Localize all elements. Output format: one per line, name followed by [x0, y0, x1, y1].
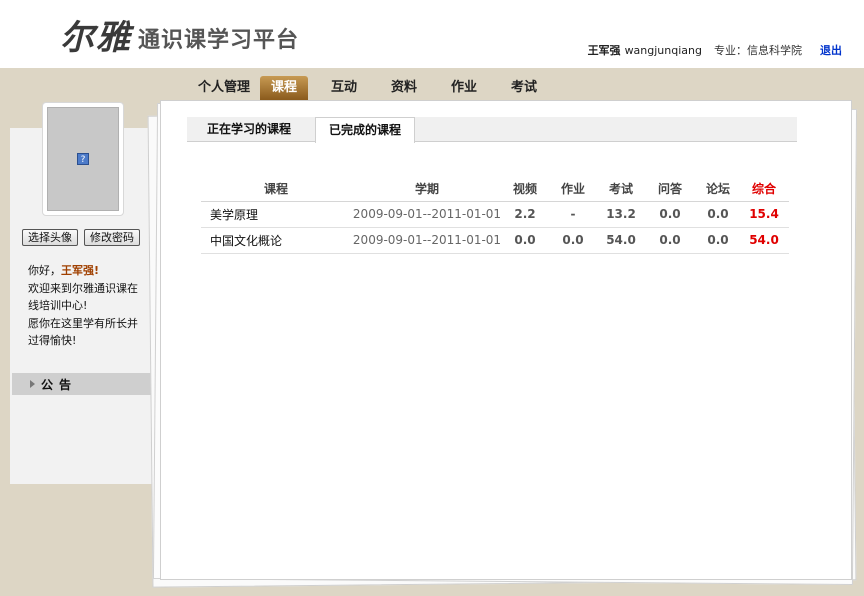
change-password-button[interactable]: 修改密码 — [84, 229, 140, 246]
score-qa: 0.0 — [643, 201, 697, 228]
main-panel: 正在学习的课程 已完成的课程 课程 学期 视频 作业 考试 问答 论坛 综合 美… — [160, 100, 852, 580]
greeting: 你好，王军强! — [28, 262, 144, 280]
notice-section[interactable]: 公告 — [12, 373, 160, 395]
course-name[interactable]: 美学原理 — [201, 201, 351, 228]
user-name: 王军强 — [587, 44, 621, 57]
user-login: wangjunqiang — [624, 43, 702, 57]
score-homework: 0.0 — [547, 227, 599, 254]
score-total: 54.0 — [739, 227, 789, 254]
greeting-name: 王军强! — [61, 264, 100, 277]
header: 尔雅 通识课学习平台 王军强 wangjunqiang 专业：信息科学院 退出 — [0, 0, 864, 68]
course-tabs: 正在学习的课程 已完成的课程 — [187, 117, 797, 143]
tab-current-courses[interactable]: 正在学习的课程 — [187, 117, 311, 142]
main-nav: 个人管理 课程 互动 资料 作业 考试 — [194, 76, 554, 100]
col-term: 学期 — [351, 177, 503, 202]
col-homework: 作业 — [547, 177, 599, 202]
table-header-row: 课程 学期 视频 作业 考试 问答 论坛 综合 — [201, 177, 789, 202]
nav-item-courses[interactable]: 课程 — [260, 76, 308, 100]
welcome-line: 过得愉快! — [28, 334, 77, 347]
score-video: 2.2 — [503, 201, 547, 228]
col-forum: 论坛 — [697, 177, 739, 202]
score-homework: - — [547, 201, 599, 228]
score-exam: 13.2 — [599, 201, 643, 228]
score-exam: 54.0 — [599, 227, 643, 254]
score-qa: 0.0 — [643, 227, 697, 254]
avatar: ? — [47, 107, 119, 211]
tab-completed-courses[interactable]: 已完成的课程 — [315, 117, 415, 143]
avatar-frame: ? — [42, 102, 124, 216]
nav-item-interaction[interactable]: 互动 — [314, 76, 374, 100]
greeting-prefix: 你好， — [28, 264, 61, 277]
user-major: 专业：信息科学院 — [714, 42, 802, 58]
logo-mark: 尔雅 — [60, 18, 132, 58]
nav-item-homework[interactable]: 作业 — [434, 76, 494, 100]
major-value: 信息科学院 — [747, 44, 802, 57]
courses-table: 课程 学期 视频 作业 考试 问答 论坛 综合 美学原理 2009-09-01-… — [201, 177, 789, 254]
col-qa: 问答 — [643, 177, 697, 202]
major-label: 专业： — [714, 44, 747, 57]
col-video: 视频 — [503, 177, 547, 202]
score-video: 0.0 — [503, 227, 547, 254]
table-row: 美学原理 2009-09-01--2011-01-01 2.2 - 13.2 0… — [201, 201, 789, 228]
triangle-right-icon — [30, 380, 35, 388]
choose-avatar-button[interactable]: 选择头像 — [22, 229, 78, 246]
nav-item-materials[interactable]: 资料 — [374, 76, 434, 100]
welcome-line: 愿你在这里学有所长并 — [28, 316, 138, 330]
score-forum: 0.0 — [697, 227, 739, 254]
notice-label: 公告 — [41, 377, 78, 392]
col-course: 课程 — [201, 177, 351, 202]
broken-image-icon: ? — [77, 153, 89, 165]
nav-item-personal[interactable]: 个人管理 — [194, 76, 254, 100]
course-name[interactable]: 中国文化概论 — [201, 227, 351, 254]
logo: 尔雅 通识课学习平台 — [60, 14, 299, 58]
welcome-line: 线培训中心! — [28, 299, 88, 312]
course-term: 2009-09-01--2011-01-01 — [351, 227, 503, 254]
col-total: 综合 — [739, 177, 789, 202]
course-term: 2009-09-01--2011-01-01 — [351, 201, 503, 228]
welcome-line: 欢迎来到尔雅通识课在 — [28, 281, 138, 295]
avatar-actions: 选择头像 修改密码 — [22, 229, 146, 246]
score-total: 15.4 — [739, 201, 789, 228]
user-bar: 王军强 wangjunqiang 专业：信息科学院 退出 — [588, 42, 842, 58]
logo-text: 通识课学习平台 — [138, 28, 300, 53]
score-forum: 0.0 — [697, 201, 739, 228]
logout-link[interactable]: 退出 — [820, 42, 842, 58]
nav-item-exam[interactable]: 考试 — [494, 76, 554, 100]
table-row: 中国文化概论 2009-09-01--2011-01-01 0.0 0.0 54… — [201, 227, 789, 254]
welcome-message: 你好，王军强! 欢迎来到尔雅通识课在 线培训中心! 愿你在这里学有所长并 过得愉… — [28, 262, 144, 350]
col-exam: 考试 — [599, 177, 643, 202]
